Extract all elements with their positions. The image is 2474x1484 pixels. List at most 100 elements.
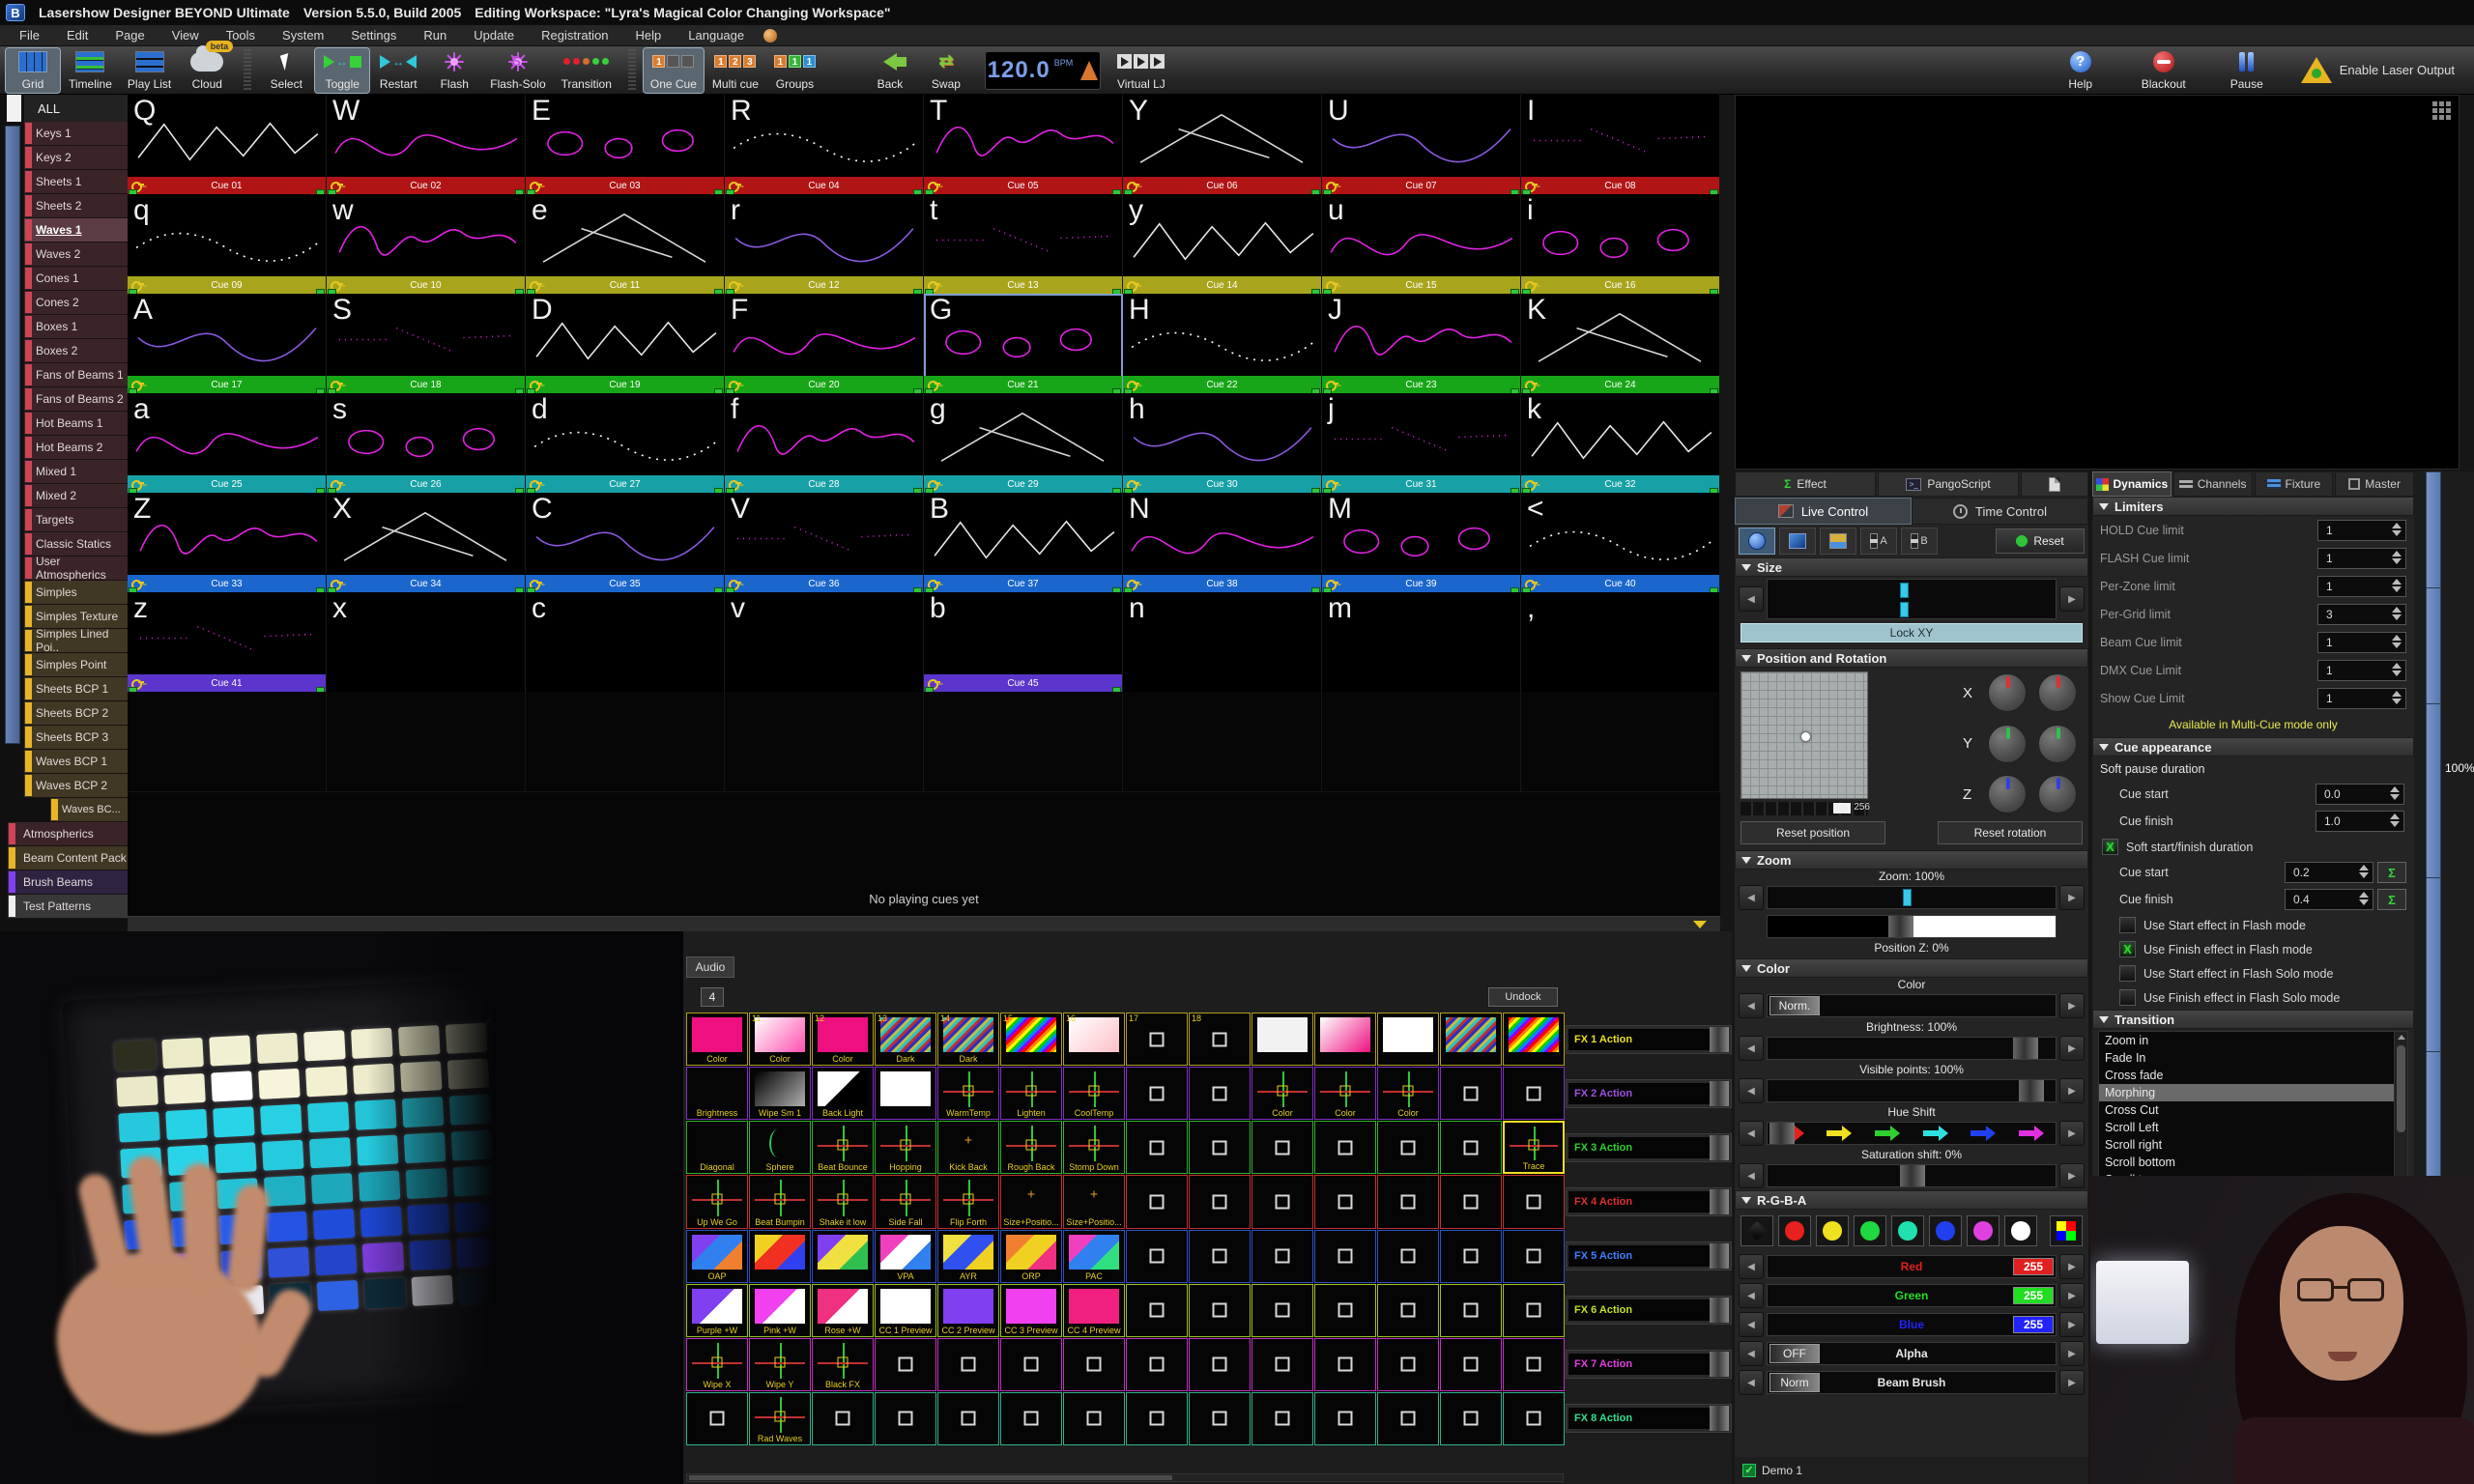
cue-cell-<[interactable]: <Cue 40 [1521, 493, 1720, 592]
sidebar-item-sheets-bcp-1[interactable]: Sheets BCP 1 [24, 677, 128, 701]
fx-cell-side-fall[interactable]: Side Fall [875, 1175, 936, 1228]
cue-cell-Y[interactable]: YCue 06 [1123, 95, 1322, 194]
sidebar-item-classic-statics[interactable]: Classic Statics [24, 532, 128, 556]
menu-file[interactable]: File [8, 26, 51, 44]
menu-page[interactable]: Page [103, 26, 156, 44]
swatch-black[interactable] [1740, 1215, 1773, 1246]
flash-mode-button[interactable]: Flash [427, 48, 481, 93]
position-dot[interactable] [1801, 732, 1810, 741]
cue-cell-C[interactable]: CCue 35 [526, 493, 725, 592]
selection-handle[interactable] [1112, 388, 1121, 393]
selection-handle[interactable] [1112, 189, 1121, 194]
cue-cell-R[interactable]: RCue 04 [725, 95, 924, 194]
fx-cell[interactable] [1377, 1175, 1439, 1228]
selection-handle[interactable] [316, 687, 325, 692]
value-spinner[interactable]: 0.0 [2316, 784, 2404, 805]
sidebar-item-targets[interactable]: Targets [24, 508, 128, 532]
fx-cell-cc-4-preview[interactable]: CC 4 Preview [1063, 1284, 1125, 1337]
menu-settings[interactable]: Settings [339, 26, 408, 44]
selection-handle[interactable] [515, 587, 524, 592]
position-z-slider[interactable]: ◀▶ [1735, 912, 2088, 941]
sidebar-item-sheets-1[interactable]: Sheets 1 [24, 170, 128, 194]
fx-cell[interactable] [1126, 1392, 1188, 1445]
swap-button[interactable]: ⇄Swap [919, 48, 973, 93]
fx-cell[interactable] [1126, 1175, 1188, 1228]
fx-cell[interactable] [1126, 1121, 1188, 1174]
effect-sigma-button[interactable]: Σ [2377, 889, 2406, 910]
swatch-blue[interactable] [1929, 1215, 1962, 1246]
fx-cell[interactable] [1126, 1338, 1188, 1391]
fx-page-button[interactable]: 4 [701, 987, 724, 1007]
sidebar-item-fans-of-beams-1[interactable]: Fans of Beams 1 [24, 363, 128, 387]
fx-cell-stomp-down[interactable]: Stomp Down [1063, 1121, 1125, 1174]
value-spinner[interactable]: 1 [2317, 548, 2406, 569]
cue-cell-M[interactable]: MCue 39 [1322, 493, 1521, 592]
sidebar-item-sheets-bcp-2[interactable]: Sheets BCP 2 [24, 701, 128, 726]
cue-cell-d[interactable]: dCue 27 [526, 393, 725, 493]
help-button[interactable]: ?Help [2054, 48, 2108, 93]
fx-cell-rough-back[interactable]: Rough Back [1000, 1121, 1062, 1174]
menu-edit[interactable]: Edit [55, 26, 100, 44]
cue-label-bar[interactable]: Cue 08 [1521, 177, 1719, 194]
cue-cell-h[interactable]: hCue 30 [1123, 393, 1322, 493]
sidebar-item-simples-point[interactable]: Simples Point [24, 653, 128, 677]
playlist-view-button[interactable]: Play List [121, 48, 178, 93]
brightness-slider[interactable]: ◀▶ [1735, 1034, 2088, 1063]
fx-cell[interactable] [1251, 1013, 1313, 1066]
fx-cell[interactable] [1189, 1392, 1251, 1445]
fx-cell-kick-back[interactable]: Kick Back [937, 1121, 999, 1174]
alpha-slider[interactable]: ◀OFFAlpha▶ [1735, 1339, 2088, 1368]
visible-points-slider[interactable]: ◀▶ [1735, 1076, 2088, 1105]
fx-5-action-slider[interactable]: FX 5 Action [1566, 1241, 1732, 1270]
transition-mode-button[interactable]: Transition [555, 48, 618, 93]
cue-appearance-header[interactable]: Cue appearance [2092, 737, 2414, 756]
sidebar-item-waves-1[interactable]: Waves 1 [24, 218, 128, 243]
preview-grid-icon[interactable] [2432, 101, 2451, 120]
cue-label-bar[interactable]: Cue 09 [128, 276, 326, 294]
timeline-view-button[interactable]: Timeline [62, 48, 119, 93]
cue-cell-v[interactable]: v [725, 592, 924, 692]
fx-cell[interactable] [1126, 1067, 1188, 1120]
fader-b-button[interactable]: B [1901, 528, 1938, 555]
cue-label-bar[interactable]: Cue 06 [1123, 177, 1321, 194]
saturation-handle[interactable] [1900, 1165, 1925, 1186]
cue-label-bar[interactable]: Cue 25 [128, 475, 326, 493]
sidebar-item-brush-beams[interactable]: Brush Beams [8, 870, 128, 895]
fx-cell[interactable] [1440, 1013, 1502, 1066]
sidebar-item-waves-bcp-2[interactable]: Waves BCP 2 [24, 774, 128, 798]
cue-cell-x[interactable]: x [327, 592, 526, 692]
sidebar-item-beam-content-pack[interactable]: Beam Content Pack [8, 846, 128, 870]
cue-label-bar[interactable]: Cue 38 [1123, 575, 1321, 592]
rotation-z-knob-2[interactable] [2038, 775, 2077, 813]
size-slider[interactable]: ◀ ▶ [1735, 577, 2088, 621]
virtual-lj-button[interactable]: Virtual LJ [1110, 48, 1172, 93]
fx-2-action-slider[interactable]: FX 2 Action [1566, 1079, 1732, 1108]
fx-cell[interactable] [1314, 1338, 1376, 1391]
cue-cell-Q[interactable]: QCue 01 [128, 95, 327, 194]
fx-cell-flip-forth[interactable]: Flip Forth [937, 1175, 999, 1228]
soft-duration-checkbox[interactable]: X [2102, 839, 2118, 855]
value-spinner[interactable]: 1 [2317, 688, 2406, 709]
fx-cell[interactable] [1440, 1392, 1502, 1445]
fx-cell-shake-it-low[interactable]: Shake it low [812, 1175, 874, 1228]
fx-cell-cooltemp[interactable]: CoolTemp [1063, 1067, 1125, 1120]
selection-handle[interactable] [316, 488, 325, 493]
toggle-mode-button[interactable]: ↔Toggle [315, 48, 369, 93]
cue-cell-b[interactable]: bCue 45 [924, 592, 1123, 692]
zoom-slider[interactable]: ◀▶ [1735, 883, 2088, 912]
transition-option-cross-cut[interactable]: Cross Cut [2099, 1101, 2407, 1119]
fx-cell-wipe-sm-1[interactable]: Wipe Sm 1 [749, 1067, 811, 1120]
swatch-green[interactable] [1854, 1215, 1886, 1246]
value-spinner[interactable]: 1 [2317, 576, 2406, 597]
tab-channels[interactable]: Channels [2173, 471, 2253, 497]
sidebar-item-waves-bcp-1[interactable]: Waves BCP 1 [24, 750, 128, 774]
checkbox[interactable]: X [2119, 917, 2136, 933]
transition-option-morphing[interactable]: Morphing [2099, 1084, 2407, 1101]
slider-right-arrow[interactable]: ▶ [2059, 586, 2085, 612]
selection-handle[interactable] [1112, 587, 1121, 592]
blackout-button[interactable]: Blackout [2135, 48, 2193, 93]
transition-option-scroll-bottom[interactable]: Scroll bottom [2099, 1154, 2407, 1171]
cue-cell-r[interactable]: rCue 12 [725, 194, 924, 294]
cue-cell-t[interactable]: tCue 13 [924, 194, 1123, 294]
cue-cell-X[interactable]: XCue 34 [327, 493, 526, 592]
